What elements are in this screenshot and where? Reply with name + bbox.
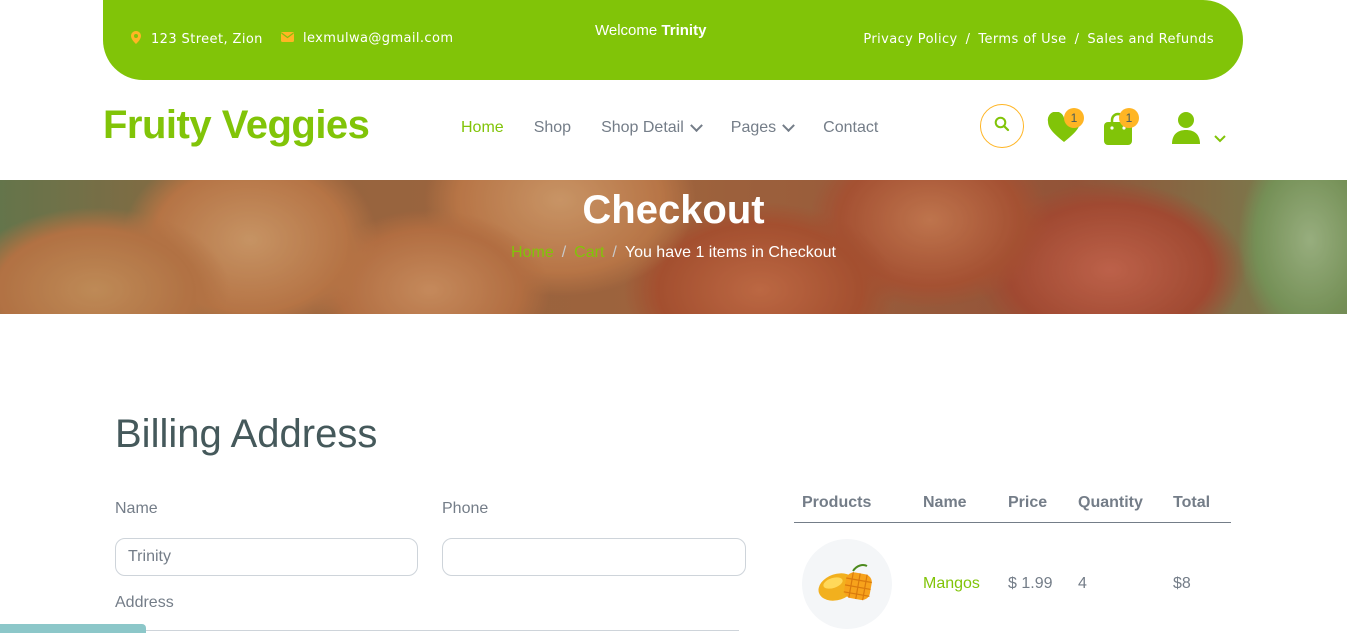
nav-item-label: Shop (533, 119, 572, 136)
brand-logo[interactable]: Fruity Veggies (103, 103, 370, 148)
nav-item-label: Shop Detail (601, 119, 684, 136)
nav-item-contact[interactable]: Contact (823, 119, 878, 137)
chevron-down-icon (1214, 128, 1226, 147)
top-bar: 123 Street, Zion lexmulwa@gmail.com Welc… (103, 0, 1243, 80)
nav-item-label: Pages (730, 119, 777, 136)
privacy-policy-link[interactable]: Privacy Policy (863, 32, 957, 47)
name-label: Name (115, 500, 158, 517)
welcome-message: Welcome Trinity (595, 22, 706, 39)
welcome-username: Trinity (661, 22, 707, 39)
email-info: lexmulwa@gmail.com (281, 31, 453, 46)
nav-item-label: Home (461, 119, 504, 136)
envelope-icon (281, 31, 294, 46)
breadcrumb-cart-link[interactable]: Cart (574, 244, 604, 261)
column-header-quantity: Quantity (1078, 494, 1143, 511)
column-header-products: Products (802, 494, 872, 511)
link-separator: / (1074, 32, 1080, 47)
search-button[interactable] (980, 104, 1024, 148)
welcome-prefix: Welcome (595, 22, 658, 39)
link-separator: / (965, 32, 971, 47)
breadcrumb-separator: / (561, 244, 567, 261)
nav-item-pages[interactable]: Pages (730, 118, 796, 137)
cart-count-badge: 1 (1119, 108, 1139, 128)
shopping-bag-icon (1103, 112, 1133, 150)
chevron-down-icon (689, 118, 703, 132)
product-total: $8 (1173, 575, 1191, 592)
policy-links: Privacy Policy / Terms of Use / Sales an… (863, 32, 1214, 47)
address-info: 123 Street, Zion (131, 31, 263, 48)
address-text: 123 Street, Zion (151, 32, 263, 47)
breadcrumb-home-link[interactable]: Home (511, 244, 554, 261)
product-quantity: 4 (1078, 575, 1087, 592)
nav-item-home[interactable]: Home (461, 119, 504, 137)
nav-item-label: Contact (823, 119, 879, 136)
chevron-down-icon (782, 118, 796, 132)
breadcrumb-separator: / (612, 244, 617, 261)
product-price: $ 1.99 (1008, 575, 1053, 592)
wishlist-count-badge: 1 (1064, 108, 1084, 128)
billing-address-heading: Billing Address (115, 412, 378, 456)
order-table: Products Name Price Quantity Total Mango… (794, 484, 1231, 633)
map-pin-icon (131, 31, 141, 48)
breadcrumb: Home / Cart / You have 1 items in Checkout (0, 244, 1347, 262)
cart-button[interactable]: 1 (1103, 108, 1139, 150)
sales-refunds-link[interactable]: Sales and Refunds (1087, 32, 1214, 47)
page-header-banner: Checkout Home / Cart / You have 1 items in C… (0, 180, 1347, 314)
address-label: Address (115, 594, 174, 611)
wishlist-button[interactable]: 1 (1047, 108, 1084, 148)
heart-icon (1047, 111, 1081, 148)
page-title: Checkout (582, 188, 765, 232)
user-menu-button[interactable] (1170, 110, 1226, 148)
user-icon (1170, 112, 1202, 148)
breadcrumb-current: You have 1 items in Checkout (624, 244, 836, 261)
nav-item-shop-detail[interactable]: Shop Detail (601, 118, 703, 137)
phone-label: Phone (442, 500, 489, 517)
name-input[interactable] (115, 538, 418, 576)
browser-status-bar (0, 624, 146, 633)
table-row: Mangos $ 1.99 4 $8 (794, 523, 1231, 633)
phone-input[interactable] (442, 538, 746, 576)
column-header-name: Name (923, 494, 967, 511)
main-nav: Home Shop Shop Detail Pages Contact (461, 118, 878, 137)
nav-item-shop[interactable]: Shop (534, 119, 571, 137)
mango-image (818, 564, 872, 601)
product-thumbnail (802, 539, 892, 629)
order-table-header: Products Name Price Quantity Total (794, 484, 1231, 523)
terms-of-use-link[interactable]: Terms of Use (978, 32, 1066, 47)
column-header-price: Price (1008, 494, 1048, 511)
product-name-link[interactable]: Mangos (923, 575, 980, 593)
column-header-total: Total (1173, 494, 1211, 511)
search-icon (994, 116, 1010, 136)
email-text[interactable]: lexmulwa@gmail.com (303, 31, 453, 46)
